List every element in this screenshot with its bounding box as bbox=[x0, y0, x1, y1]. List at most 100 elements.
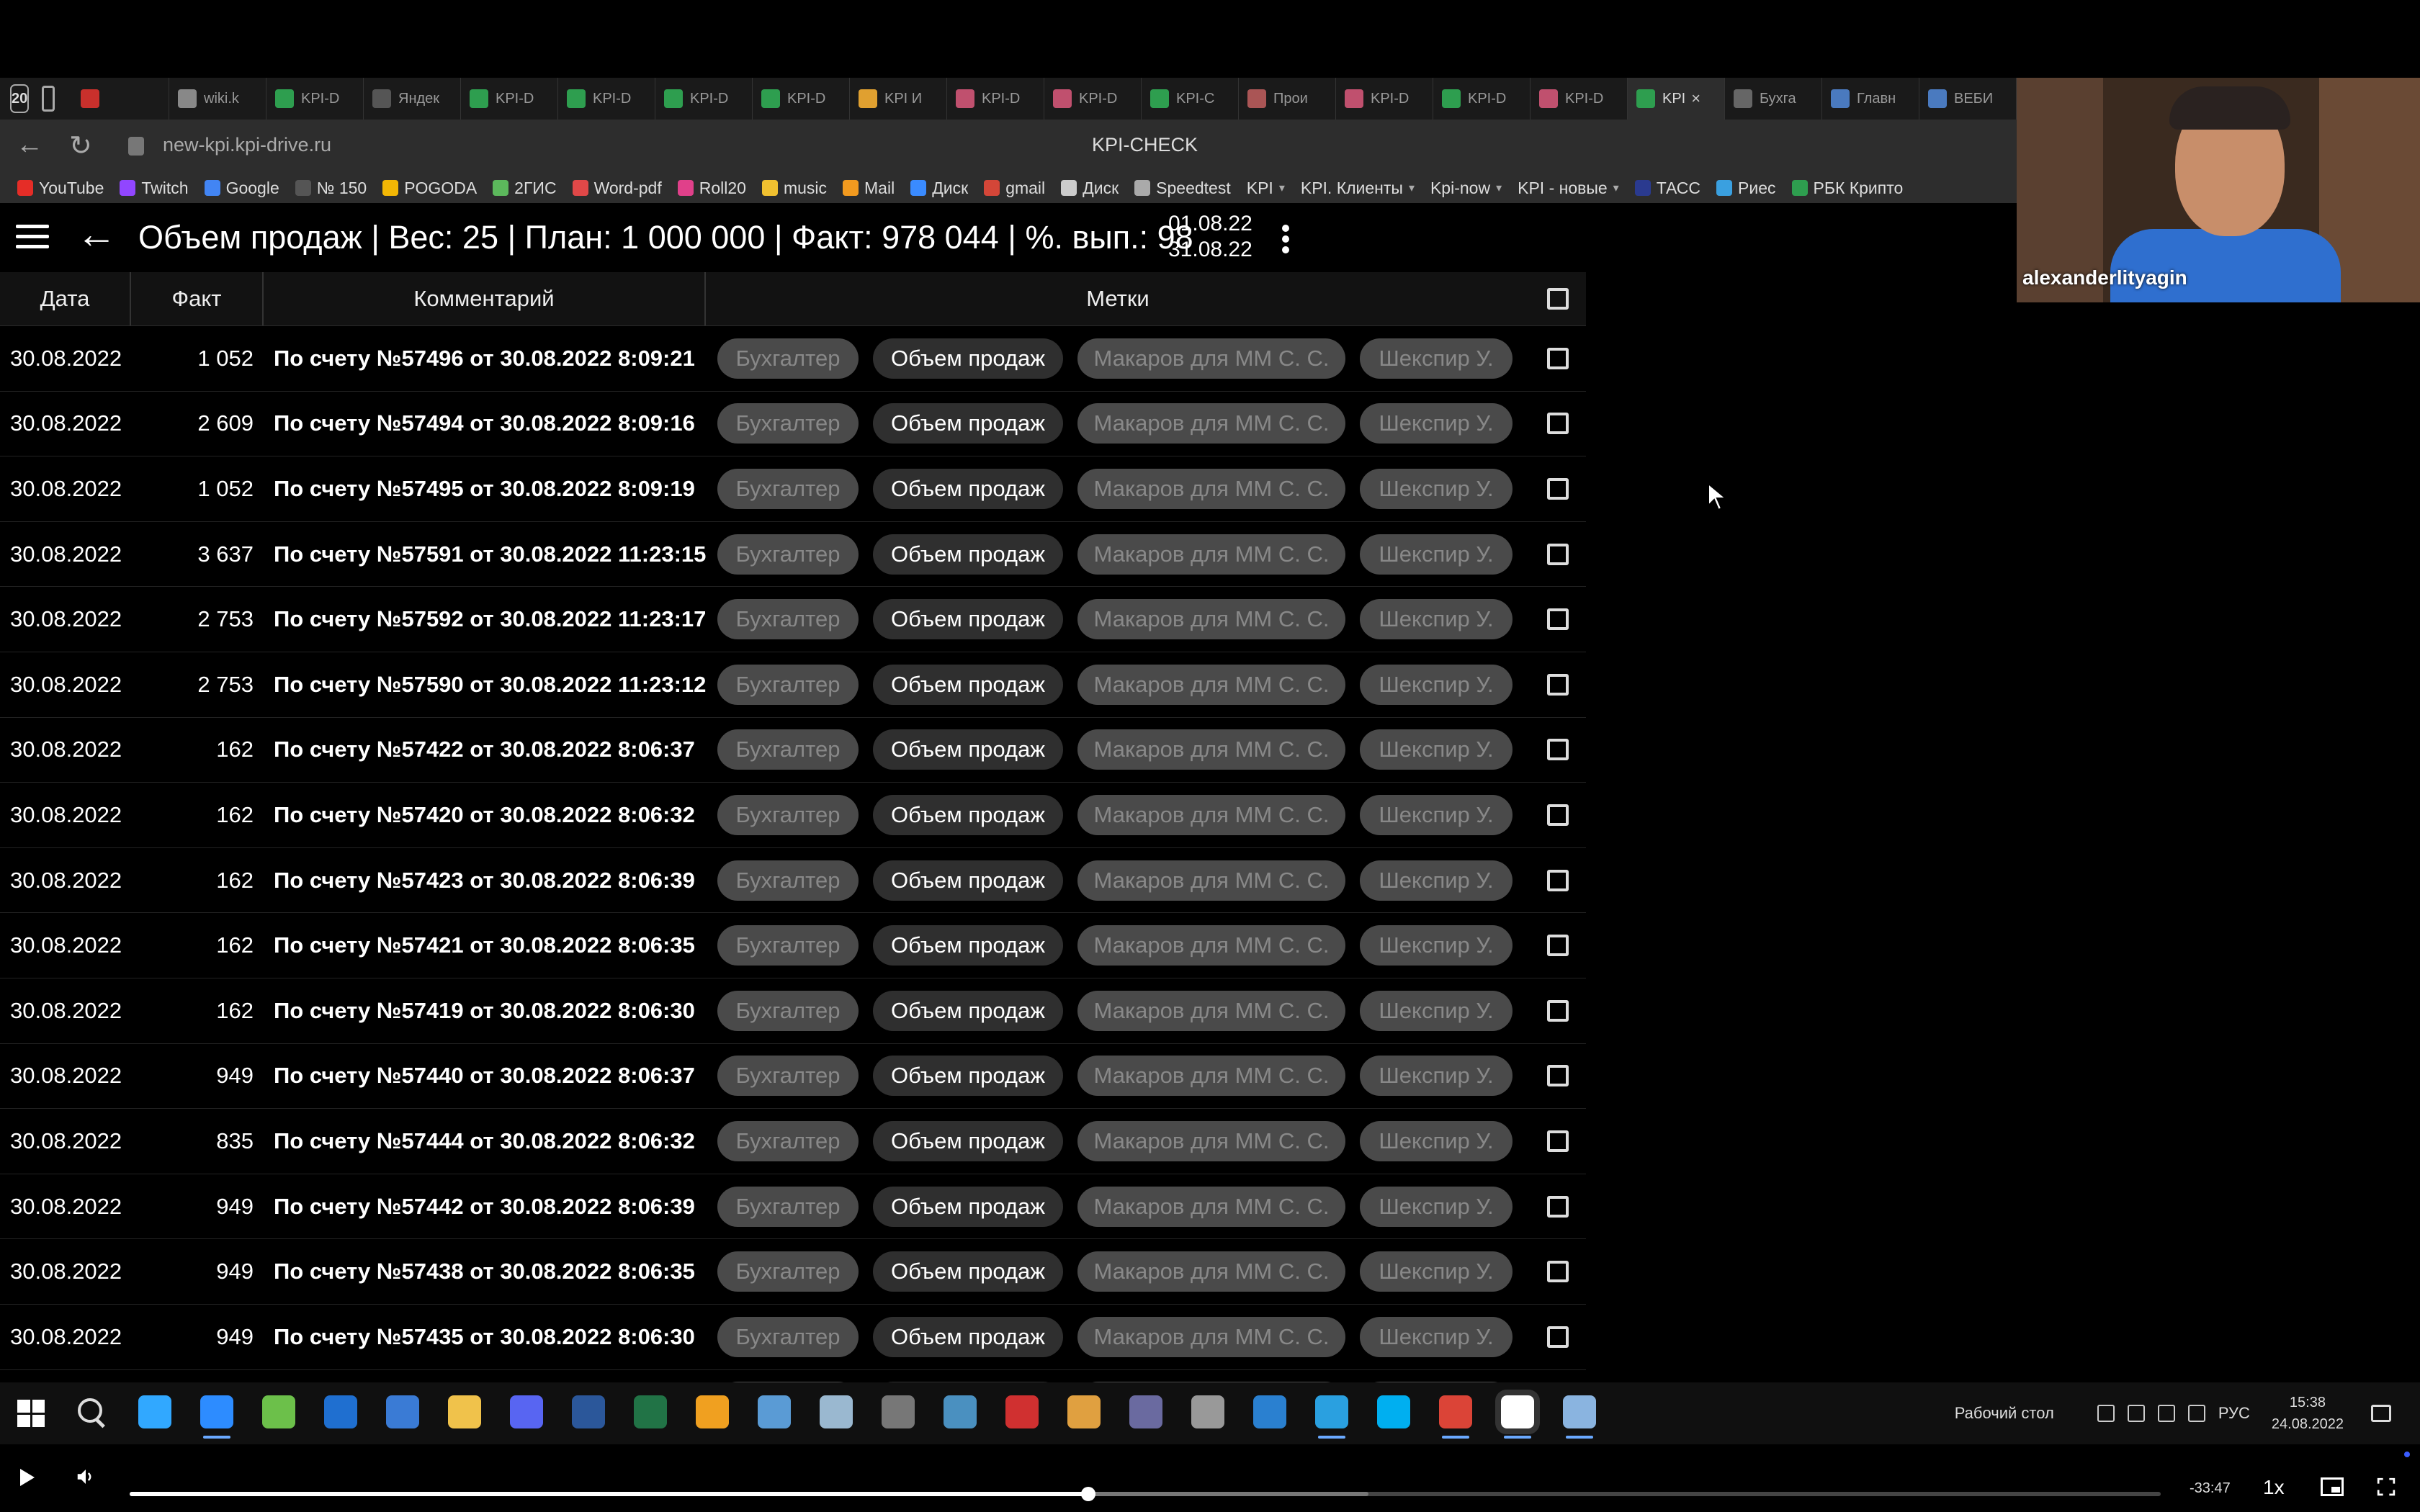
photoshop-icon[interactable] bbox=[138, 1395, 171, 1428]
tag-chip-accountant[interactable]: Бухгалтер bbox=[717, 338, 859, 379]
tag-chip-accountant[interactable]: Бухгалтер bbox=[717, 468, 859, 509]
language-indicator[interactable]: РУС bbox=[2218, 1404, 2250, 1423]
tag-chip-sales-volume[interactable]: Объем продаж bbox=[873, 794, 1063, 835]
column-header-fact[interactable]: Факт bbox=[131, 272, 264, 325]
bookmark-item[interactable]: music bbox=[761, 179, 827, 198]
tag-chip-shakespeare[interactable]: Шекспир У. bbox=[1360, 599, 1512, 640]
table-row[interactable]: 30.08.2022 162 По счету №57419 от 30.08.20… bbox=[0, 978, 1586, 1044]
tag-chip-shakespeare[interactable]: Шекспир У. bbox=[1360, 1056, 1512, 1097]
tag-chip-shakespeare[interactable]: Шекспир У. bbox=[1360, 1251, 1512, 1292]
browser-tab[interactable]: KPI-D bbox=[1044, 78, 1142, 120]
tag-chip-makarov[interactable]: Макаров для ММ С. С. bbox=[1077, 860, 1345, 901]
bookmark-folder[interactable]: Kpi-now ▾ bbox=[1430, 179, 1502, 198]
tag-chip-sales-volume[interactable]: Объем продаж bbox=[873, 990, 1063, 1031]
tag-chip-accountant[interactable]: Бухгалтер bbox=[717, 1056, 859, 1097]
bookmark-item[interactable]: Speedtest bbox=[1134, 179, 1231, 198]
bookmark-item[interactable]: Google bbox=[204, 179, 279, 198]
bookmark-item[interactable]: Mail bbox=[843, 179, 895, 198]
table-row[interactable]: 30.08.2022 2 753 По счету №57590 от 30.08.… bbox=[0, 652, 1586, 718]
tag-chip-shakespeare[interactable]: Шекспир У. bbox=[1360, 925, 1512, 966]
tag-chip-makarov[interactable]: Макаров для ММ С. С. bbox=[1077, 925, 1345, 966]
bookmark-item[interactable]: Word-pdf bbox=[572, 179, 662, 198]
tab-count-badge[interactable]: 20 bbox=[10, 84, 30, 113]
bookmark-item[interactable]: Roll20 bbox=[677, 179, 746, 198]
bookmark-item[interactable]: 2ГИС bbox=[493, 179, 557, 198]
bookmark-item[interactable]: Twitch bbox=[120, 179, 189, 198]
table-row[interactable]: 30.08.2022 1 052 По счету №57496 от 30.08.… bbox=[0, 326, 1586, 392]
browser-tab[interactable]: KPI-D bbox=[1336, 78, 1433, 120]
browser-tab[interactable]: KPI-D bbox=[947, 78, 1044, 120]
bookmark-item[interactable]: РБК Крипто bbox=[1791, 179, 1903, 198]
tag-chip-shakespeare[interactable]: Шекспир У. bbox=[1360, 729, 1512, 770]
row-checkbox[interactable] bbox=[1547, 413, 1569, 435]
browser-tab[interactable]: KPI И bbox=[850, 78, 947, 120]
browser-tab[interactable]: Прои bbox=[1239, 78, 1336, 120]
table-row[interactable]: 30.08.2022 2 753 По счету №57592 от 30.08.… bbox=[0, 587, 1586, 652]
table-row[interactable]: 30.08.2022 949 По счету №57442 от 30.08.20… bbox=[0, 1174, 1586, 1240]
tag-chip-makarov[interactable]: Макаров для ММ С. С. bbox=[1077, 1056, 1345, 1097]
red-app-icon[interactable] bbox=[1005, 1395, 1039, 1428]
file-explorer-icon[interactable] bbox=[448, 1395, 481, 1428]
row-checkbox[interactable] bbox=[1547, 1065, 1569, 1087]
tag-chip-sales-volume[interactable]: Объем продаж bbox=[873, 729, 1063, 770]
tab-close-icon[interactable]: × bbox=[1691, 89, 1700, 108]
column-header-comment[interactable]: Комментарий bbox=[264, 272, 706, 325]
url-text[interactable]: new-kpi.kpi-drive.ru bbox=[163, 134, 331, 156]
tag-chip-sales-volume[interactable]: Объем продаж bbox=[873, 468, 1063, 509]
table-row[interactable]: 30.08.2022 949 По счету №57435 от 30.08.20… bbox=[0, 1305, 1586, 1370]
back-arrow-icon[interactable]: ← bbox=[76, 210, 117, 257]
row-checkbox[interactable] bbox=[1547, 608, 1569, 631]
tag-chip-sales-volume[interactable]: Объем продаж bbox=[873, 860, 1063, 901]
reload-icon[interactable]: ↻ bbox=[69, 130, 92, 162]
windows-start-icon[interactable] bbox=[17, 1400, 45, 1427]
tag-chip-shakespeare[interactable]: Шекспир У. bbox=[1360, 1120, 1512, 1161]
tag-chip-shakespeare[interactable]: Шекспир У. bbox=[1360, 664, 1512, 705]
row-checkbox[interactable] bbox=[1547, 673, 1569, 696]
tag-chip-accountant[interactable]: Бухгалтер bbox=[717, 664, 859, 705]
hamburger-menu-icon[interactable] bbox=[16, 225, 49, 251]
browser-tab[interactable]: wiki.k bbox=[169, 78, 266, 120]
bookmark-item[interactable]: gmail bbox=[984, 179, 1045, 198]
row-checkbox[interactable] bbox=[1547, 1130, 1569, 1152]
network-icon[interactable] bbox=[2127, 1405, 2145, 1422]
bookmark-folder[interactable]: KPI - новые ▾ bbox=[1518, 179, 1619, 198]
tag-chip-sales-volume[interactable]: Объем продаж bbox=[873, 1251, 1063, 1292]
crop-app-icon[interactable] bbox=[1253, 1395, 1286, 1428]
tag-chip-sales-volume[interactable]: Объем продаж bbox=[873, 1120, 1063, 1161]
orange-app-icon[interactable] bbox=[696, 1395, 729, 1428]
blue-app-icon[interactable] bbox=[386, 1395, 419, 1428]
browser-tab[interactable]: KPI-D bbox=[753, 78, 850, 120]
row-checkbox[interactable] bbox=[1547, 869, 1569, 891]
tag-chip-accountant[interactable]: Бухгалтер bbox=[717, 1120, 859, 1161]
clock[interactable]: 15:38 24.08.2022 bbox=[2272, 1392, 2344, 1435]
browser-tab[interactable]: KPI-С bbox=[1142, 78, 1239, 120]
browser-tab[interactable]: KPI × bbox=[1628, 78, 1725, 120]
browser-tab[interactable]: KPI-D bbox=[1433, 78, 1531, 120]
tag-chip-accountant[interactable]: Бухгалтер bbox=[717, 729, 859, 770]
row-checkbox[interactable] bbox=[1547, 1326, 1569, 1348]
tag-chip-makarov[interactable]: Макаров для ММ С. С. bbox=[1077, 338, 1345, 379]
tag-chip-sales-volume[interactable]: Объем продаж bbox=[873, 599, 1063, 640]
tag-chip-shakespeare[interactable]: Шекспир У. bbox=[1360, 1186, 1512, 1227]
row-checkbox[interactable] bbox=[1547, 1261, 1569, 1283]
bookmark-item[interactable]: Риес bbox=[1716, 179, 1776, 198]
picture-in-picture-icon[interactable] bbox=[2321, 1477, 2344, 1496]
period-start-date[interactable]: 01.08.22 bbox=[1168, 212, 1252, 236]
column-header-tags[interactable]: Метки bbox=[706, 272, 1530, 325]
playback-speed-button[interactable]: 1x bbox=[2263, 1476, 2285, 1499]
table-row[interactable]: 30.08.2022 162 По счету №57423 от 30.08.20… bbox=[0, 848, 1586, 914]
monitor-app-icon[interactable] bbox=[758, 1395, 791, 1428]
seek-bar[interactable] bbox=[130, 1487, 2161, 1501]
zoom-icon[interactable] bbox=[200, 1395, 233, 1439]
tag-chip-shakespeare[interactable]: Шекспир У. bbox=[1360, 794, 1512, 835]
light-app-icon[interactable] bbox=[1563, 1395, 1596, 1439]
tag-chip-makarov[interactable]: Макаров для ММ С. С. bbox=[1077, 1251, 1345, 1292]
pen-app-icon[interactable] bbox=[820, 1395, 853, 1428]
tag-chip-shakespeare[interactable]: Шекспир У. bbox=[1360, 1316, 1512, 1357]
table-row[interactable]: 30.08.2022 162 По счету №57420 от 30.08.20… bbox=[0, 783, 1586, 848]
play-icon[interactable] bbox=[20, 1469, 35, 1486]
tag-chip-shakespeare[interactable]: Шекспир У. bbox=[1360, 338, 1512, 379]
tag-chip-accountant[interactable]: Бухгалтер bbox=[717, 925, 859, 966]
browser-back-icon[interactable]: ← bbox=[16, 130, 43, 161]
tag-chip-accountant[interactable]: Бухгалтер bbox=[717, 403, 859, 444]
